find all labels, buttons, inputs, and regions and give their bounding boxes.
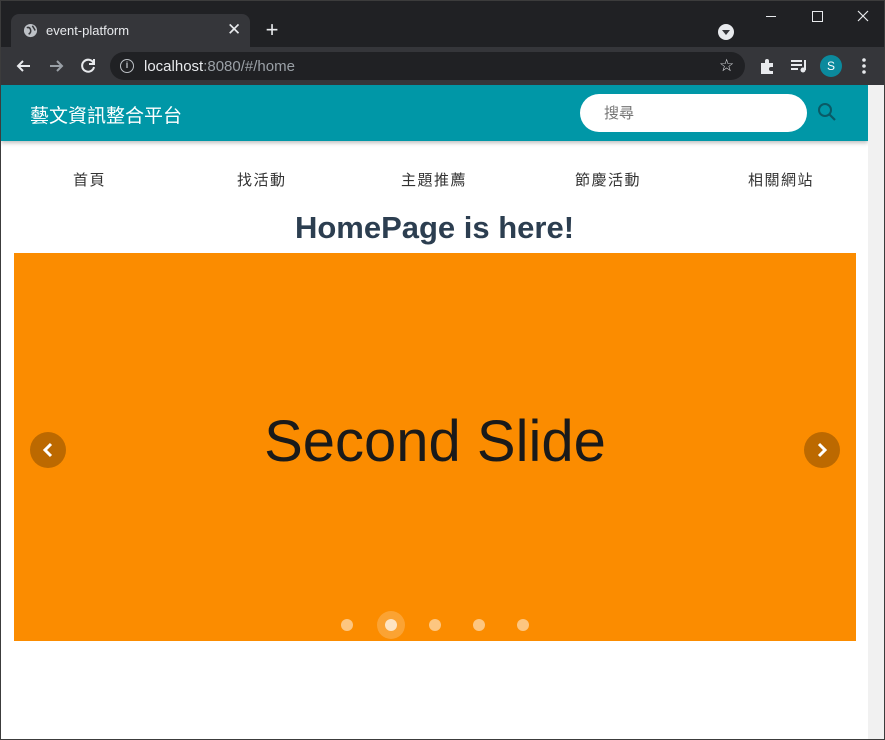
nav-item-find-events[interactable]: 找活動 [237,169,287,190]
tab-title: event-platform [46,23,130,38]
carousel-dot[interactable] [429,619,441,631]
chevron-right-icon [817,442,828,458]
title-bar: event-platform ✕ + [1,1,884,47]
url-text: localhost:8080/#/home [144,58,295,75]
carousel-prev-button[interactable] [30,432,66,468]
arrow-right-icon[interactable] [45,55,67,77]
app-header: 藝文資訊整合平台 [1,85,868,141]
puzzle-icon[interactable] [757,55,779,77]
main-nav: 首頁 找活動 主題推薦 節慶活動 相關網站 [1,169,868,191]
nav-item-home[interactable]: 首頁 [73,169,106,190]
search-input[interactable] [580,94,807,132]
minimize-button[interactable] [748,1,794,31]
chevron-left-icon [42,442,53,458]
carousel-dot-active[interactable] [385,619,397,631]
reload-icon[interactable] [77,55,99,77]
page-viewport: 藝文資訊整合平台 首頁 找活動 主題推薦 節慶活動 相關網站 HomePage … [1,85,868,739]
carousel-dot[interactable] [341,619,353,631]
slide-text: Second Slide [264,409,606,474]
close-window-button[interactable] [840,1,884,31]
new-tab-button[interactable]: + [260,17,284,43]
search-icon[interactable] [816,101,838,123]
kebab-menu-icon[interactable] [853,55,875,77]
brand-title[interactable]: 藝文資訊整合平台 [30,101,182,128]
url-host: localhost [144,58,204,75]
browser-tab[interactable]: event-platform ✕ [11,14,250,47]
nav-item-festivals[interactable]: 節慶活動 [575,169,641,190]
carousel[interactable]: Second Slide [14,253,856,641]
tab-search-icon[interactable] [718,24,734,40]
carousel-indicators [14,611,856,641]
close-icon [857,10,869,22]
carousel-next-button[interactable] [804,432,840,468]
tab-close-icon[interactable]: ✕ [227,21,241,39]
arrow-left-icon[interactable] [13,55,35,77]
bookmark-star-icon[interactable]: ☆ [719,56,734,76]
browser-toolbar: i localhost:8080/#/home ☆ S [1,47,884,85]
browser-window: event-platform ✕ + i localhost:8080/#/ho… [0,0,885,740]
url-path: :8080/#/home [203,58,295,75]
playlist-icon[interactable] [788,55,810,77]
address-bar[interactable]: i localhost:8080/#/home ☆ [110,52,745,80]
nav-item-related-sites[interactable]: 相關網站 [748,169,814,190]
page-title: HomePage is here! [294,210,575,245]
nav-item-themes[interactable]: 主題推薦 [401,169,467,190]
carousel-dot[interactable] [517,619,529,631]
profile-avatar[interactable]: S [820,55,842,77]
site-info-icon[interactable]: i [120,59,134,73]
globe-icon [23,23,38,38]
carousel-dot[interactable] [473,619,485,631]
page-scrollbar[interactable] [868,85,884,739]
maximize-button[interactable] [794,1,840,31]
